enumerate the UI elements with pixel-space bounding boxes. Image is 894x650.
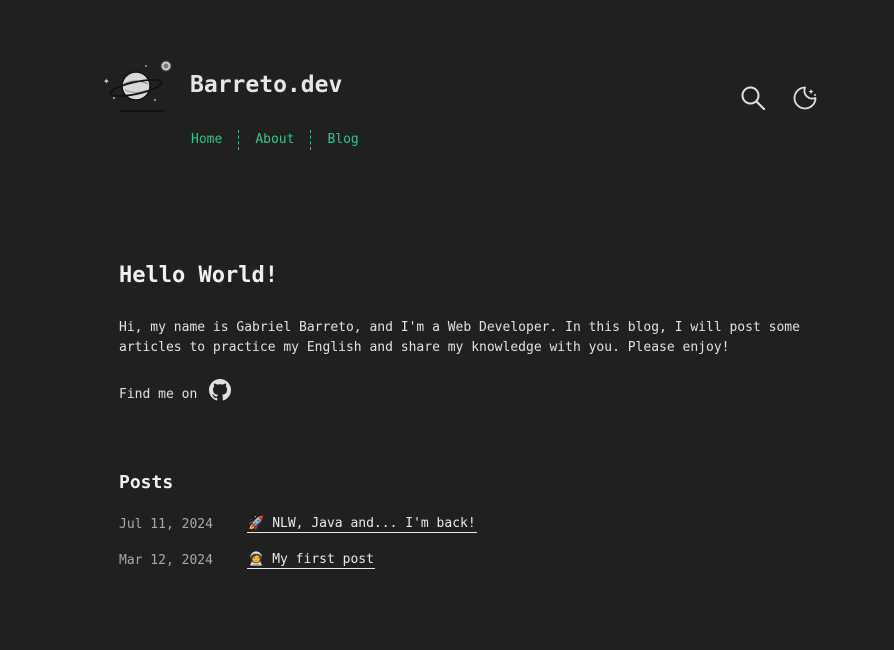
post-title: NLW, Java and... I'm back! [272, 515, 476, 531]
rocket-icon: 🚀 [248, 515, 265, 531]
find-me-label: Find me on [119, 387, 198, 402]
main-nav: Home About Blog [191, 129, 359, 151]
site-title[interactable]: Barreto.dev [190, 72, 342, 98]
page: ✦ Barreto.dev Home About Blog Hello Worl… [0, 0, 894, 650]
post-date: Mar 12, 2024 [119, 552, 213, 568]
nav-home[interactable]: Home [191, 129, 222, 151]
nav-separator [310, 130, 312, 150]
post-title: My first post [272, 551, 374, 567]
svg-text:✦: ✦ [103, 77, 110, 86]
astronaut-icon: 🧑‍🚀 [248, 551, 265, 567]
nav-about[interactable]: About [255, 129, 294, 151]
post-date: Jul 11, 2024 [119, 516, 213, 532]
post-link[interactable]: 🧑‍🚀 My first post [247, 552, 375, 569]
posts-heading: Posts [119, 472, 174, 493]
intro-text: Hi, my name is Gabriel Barreto, and I'm … [119, 320, 800, 355]
post-link[interactable]: 🚀 NLW, Java and... I'm back! [247, 516, 477, 533]
post-item: Jul 11, 2024 🚀 NLW, Java and... I'm back! [119, 514, 477, 534]
moon-icon[interactable] [791, 84, 819, 112]
nav-blog[interactable]: Blog [327, 129, 358, 151]
nav-separator [238, 130, 240, 150]
planet-astronaut-logo[interactable]: ✦ [100, 58, 176, 118]
page-title: Hello World! [119, 263, 278, 288]
github-icon[interactable] [209, 379, 231, 401]
search-icon[interactable] [739, 84, 767, 112]
post-item: Mar 12, 2024 🧑‍🚀 My first post [119, 550, 375, 570]
